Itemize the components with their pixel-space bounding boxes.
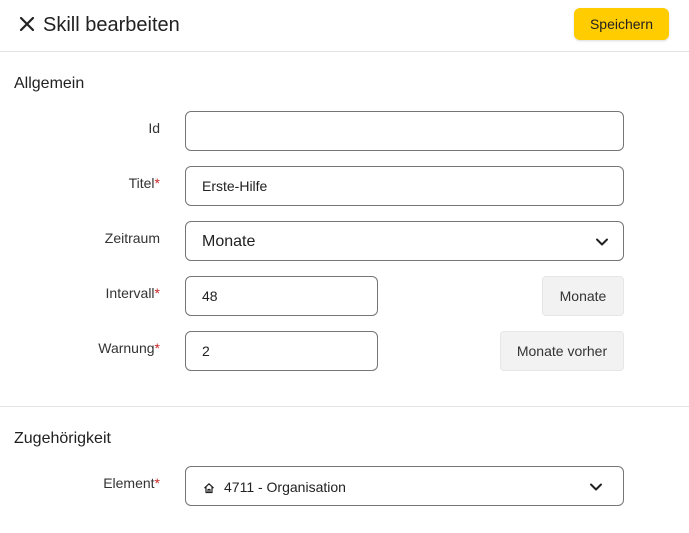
element-label: Element* <box>103 475 160 491</box>
chevron-down-icon <box>589 480 603 494</box>
warning-label: Warnung* <box>98 340 160 356</box>
id-field[interactable] <box>185 111 624 151</box>
period-select-value: Monate <box>202 233 256 250</box>
save-button[interactable]: Speichern <box>574 8 669 40</box>
page-title: Skill bearbeiten <box>43 14 180 36</box>
warning-unit-button[interactable]: Monate vorher <box>500 331 624 371</box>
element-select-value: 4711 - Organisation <box>224 479 346 495</box>
interval-field[interactable] <box>185 276 378 316</box>
required-mark: * <box>154 285 160 301</box>
required-mark: * <box>154 175 160 191</box>
id-label: Id <box>148 120 160 136</box>
section-title-general: Allgemein <box>14 75 85 92</box>
required-mark: * <box>154 475 160 491</box>
header: Skill bearbeiten Speichern <box>0 0 689 52</box>
title-label: Titel* <box>128 175 160 191</box>
required-mark: * <box>154 340 160 356</box>
element-select[interactable]: 4711 - Organisation <box>185 466 624 506</box>
warning-field[interactable] <box>185 331 378 371</box>
chevron-down-icon <box>595 235 609 249</box>
interval-unit-button[interactable]: Monate <box>542 276 624 316</box>
period-select[interactable]: Monate <box>185 221 624 261</box>
interval-label: Intervall* <box>105 285 160 301</box>
section-title-membership: Zugehörigkeit <box>14 430 111 447</box>
home-icon <box>203 481 215 494</box>
period-label: Zeitraum <box>104 230 160 246</box>
close-icon[interactable] <box>16 13 38 35</box>
section-divider <box>0 406 689 407</box>
title-field[interactable] <box>185 166 624 206</box>
